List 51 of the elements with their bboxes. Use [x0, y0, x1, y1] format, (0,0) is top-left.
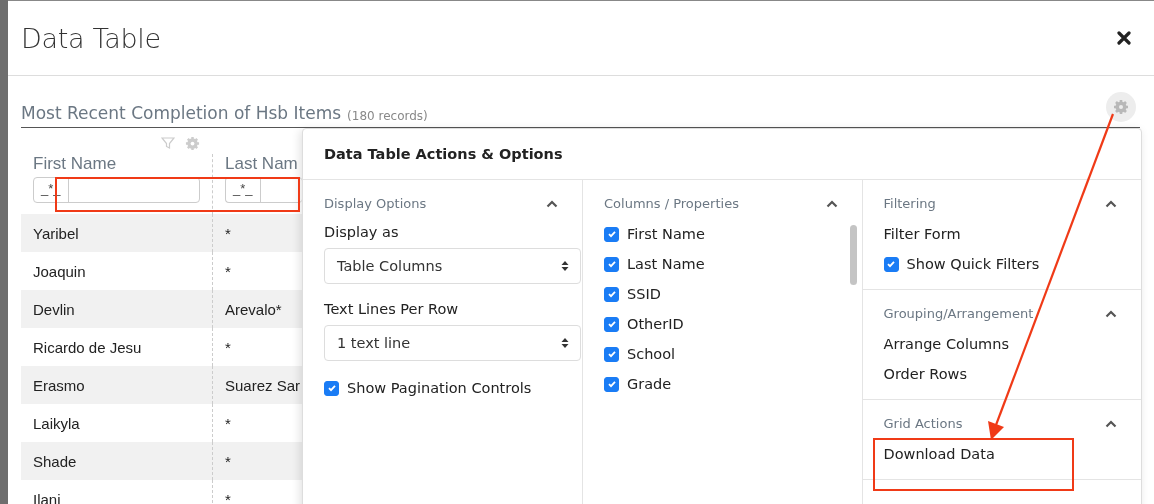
scrollbar-thumb[interactable] — [849, 225, 857, 285]
table-cell-text: Ilani — [32, 489, 62, 504]
field-label: Display as — [324, 224, 399, 240]
check-icon — [606, 229, 617, 239]
check-icon — [606, 379, 617, 389]
checkbox-option[interactable]: Last Name — [604, 249, 705, 279]
table-cell-text: Devlin — [32, 299, 76, 320]
check-icon — [606, 259, 617, 269]
caret-icon[interactable] — [1105, 199, 1117, 208]
table-title: Most Recent Completion of Hsb Items — [21, 103, 342, 123]
section-title: Display Options — [324, 196, 427, 211]
caret-icon[interactable] — [1105, 419, 1117, 428]
table-cell-text: Yaribel — [32, 223, 80, 244]
section-title: Columns / Properties — [604, 196, 739, 211]
check-icon — [326, 383, 337, 393]
caret-icon[interactable] — [546, 199, 558, 208]
table-cell-text: Laikyla — [32, 413, 81, 434]
menu-item[interactable]: Order Rows — [883, 359, 968, 389]
menu-item[interactable]: Filter Form — [883, 219, 961, 249]
sort-icon — [561, 337, 569, 349]
window-title: Data Table — [21, 22, 161, 54]
checkbox-option[interactable]: School — [604, 339, 676, 369]
table-cell-text: Shade — [32, 451, 78, 472]
section-title: Filtering — [883, 196, 936, 211]
select-dropdown[interactable]: 1 text line — [324, 325, 581, 361]
record-count: (180 records) — [347, 109, 428, 123]
sort-icon — [561, 260, 569, 272]
column-header[interactable]: First Name — [33, 154, 212, 174]
check-icon — [886, 259, 896, 269]
checkbox-option[interactable]: First Name — [604, 219, 705, 249]
section-title: Grouping/Arrangement — [883, 306, 1034, 321]
table-cell-text: Joaquin — [32, 261, 87, 282]
checkbox-option[interactable]: Grade — [604, 369, 672, 399]
caret-icon[interactable] — [825, 199, 838, 208]
checkbox-option[interactable]: Show Pagination Controls — [324, 373, 532, 403]
section-title: Grid Actions — [883, 416, 963, 431]
checkbox-option[interactable]: Show Quick Filters — [883, 249, 1040, 279]
checkbox-option[interactable]: OtherID — [604, 309, 684, 339]
field-label: Text Lines Per Row — [324, 301, 459, 317]
table-cell-text: Ricardo de Jesu — [32, 337, 143, 358]
check-icon — [606, 349, 617, 359]
checkbox-option[interactable]: SSID — [604, 279, 661, 309]
check-icon — [606, 289, 617, 299]
caret-icon[interactable] — [1105, 309, 1117, 318]
column-header[interactable]: Last Nam — [225, 154, 302, 174]
table-cell-text: Erasmo — [32, 375, 86, 396]
close-icon[interactable] — [1117, 31, 1131, 45]
panel-title: Data Table Actions & Options — [324, 146, 563, 162]
check-icon — [606, 319, 617, 329]
select-dropdown[interactable]: Table Columns — [324, 248, 581, 284]
menu-item[interactable]: Arrange Columns — [883, 329, 1009, 359]
